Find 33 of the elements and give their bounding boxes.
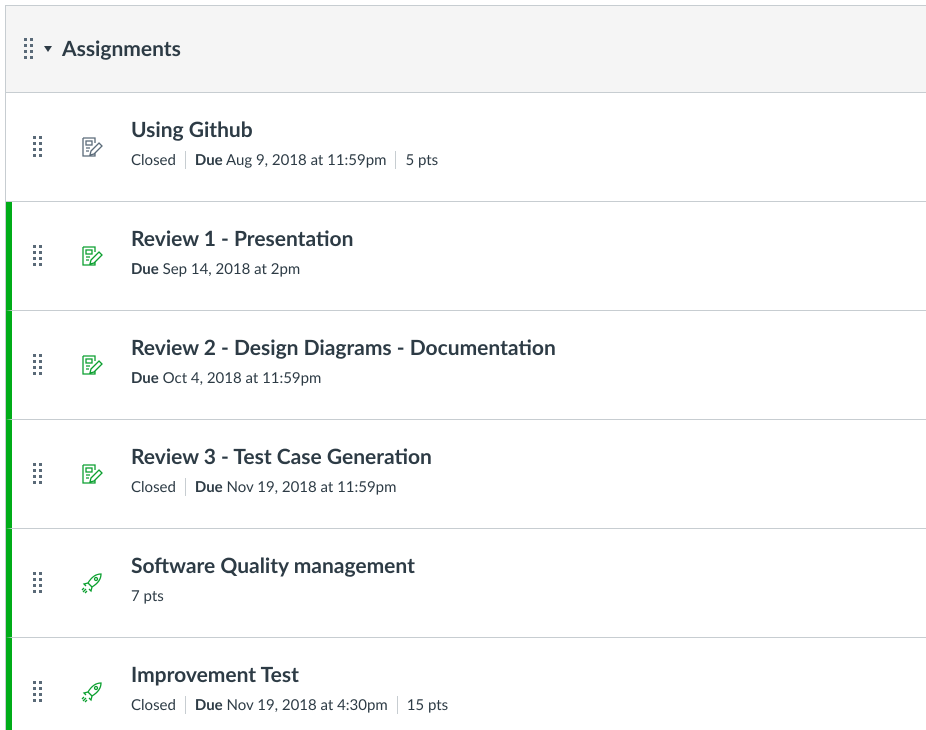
assignment-detail: 15 pts bbox=[406, 694, 448, 716]
module-title: Assignments bbox=[62, 35, 181, 64]
assignment-detail: 7 pts bbox=[131, 586, 164, 607]
drag-handle-icon[interactable] bbox=[33, 245, 43, 267]
assignment-detail: Due Nov 19, 2018 at 11:59pm bbox=[194, 476, 396, 498]
assignment-detail: 5 pts bbox=[405, 150, 438, 171]
drag-handle-icon[interactable] bbox=[33, 681, 43, 703]
drag-handle-icon[interactable] bbox=[33, 463, 43, 485]
assignment-title[interactable]: Review 2 - Design Diagrams - Documentation bbox=[131, 334, 556, 361]
assignment-row[interactable]: Review 1 - Presentation Due Sep 14, 2018 at 2pm bbox=[6, 202, 926, 311]
assignment-title[interactable]: Improvement Test bbox=[131, 662, 448, 688]
assignment-detail: Due Nov 19, 2018 at 4:30pm bbox=[194, 694, 388, 716]
assignment-row[interactable]: Software Quality management 7 pts bbox=[6, 529, 926, 638]
assignment-title[interactable]: Using Github bbox=[131, 116, 438, 143]
drag-handle-icon[interactable] bbox=[24, 38, 34, 60]
drag-handle-icon[interactable] bbox=[33, 354, 43, 376]
assignment-title[interactable]: Software Quality management bbox=[131, 552, 415, 579]
assignment-title[interactable]: Review 1 - Presentation bbox=[131, 226, 354, 252]
caret-down-icon[interactable] bbox=[44, 46, 52, 52]
assignment-detail: Due Sep 14, 2018 at 2pm bbox=[131, 258, 300, 280]
assignment-row[interactable]: Improvement Test Closed Due Nov 19, 2018 at 4:30pm 15 pts bbox=[6, 638, 926, 730]
assignment-detail: Due Oct 4, 2018 at 11:59pm bbox=[131, 368, 322, 389]
module-header[interactable]: Assignments bbox=[6, 5, 926, 93]
assignment-row[interactable]: Review 2 - Design Diagrams - Documentation Due Oct 4, 2018 at 11:59pm bbox=[6, 311, 926, 420]
drag-handle-icon[interactable] bbox=[33, 572, 43, 594]
assignment-row[interactable]: Review 3 - Test Case Generation Closed Due Nov 19, 2018 at 11:59pm bbox=[6, 420, 926, 529]
assignment-detail: Closed bbox=[131, 476, 176, 498]
drag-handle-icon[interactable] bbox=[33, 136, 43, 158]
assignment-detail: Due Aug 9, 2018 at 11:59pm bbox=[194, 150, 386, 171]
assignment-detail: Closed bbox=[131, 150, 176, 171]
assignment-title[interactable]: Review 3 - Test Case Generation bbox=[131, 444, 432, 470]
assignment-row[interactable]: Using Github Closed Due Aug 9, 2018 at 11:59pm 5 pts bbox=[6, 93, 926, 202]
assignment-detail: Closed bbox=[131, 694, 176, 716]
